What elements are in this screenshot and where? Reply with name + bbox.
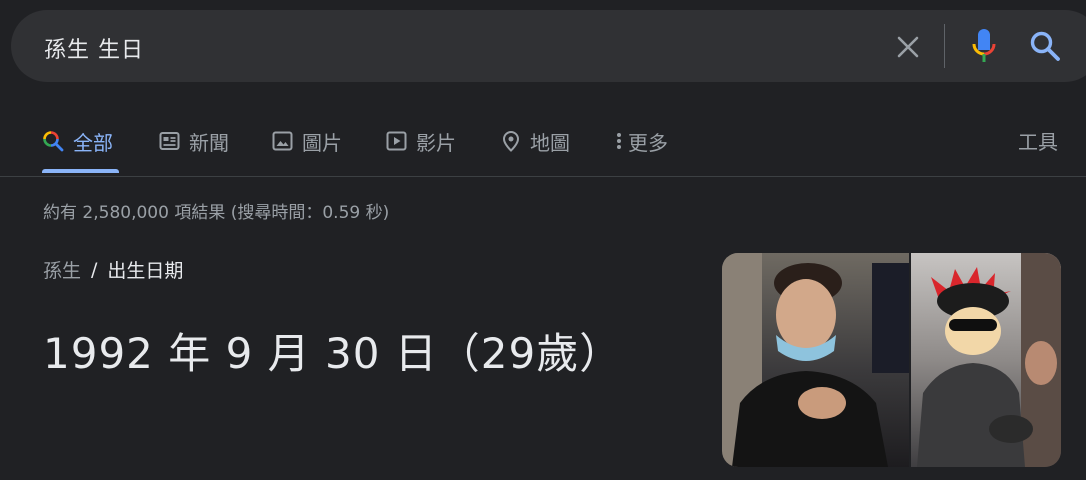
- news-icon: [159, 132, 180, 150]
- tab-label: 全部: [73, 130, 113, 155]
- search-tabs: 全部 新聞 圖片 影片 地圖 更多 工具: [0, 112, 1086, 176]
- search-input[interactable]: 孫生 生日: [44, 32, 144, 64]
- tools-button[interactable]: 工具: [1018, 126, 1058, 155]
- image-thumbnails: [722, 253, 1061, 467]
- more-vert-icon: [617, 133, 621, 149]
- result-stats: 約有 2,580,000 項結果 (搜尋時間：0.59 秒): [43, 203, 390, 223]
- voice-search-button[interactable]: [969, 27, 999, 65]
- microphone-icon: [972, 29, 996, 62]
- map-pin-icon: [502, 130, 520, 152]
- tab-maps[interactable]: 地圖: [501, 126, 570, 156]
- close-icon: [897, 36, 919, 58]
- video-icon: [386, 131, 407, 151]
- tab-news[interactable]: 新聞: [159, 126, 229, 156]
- image-icon: [272, 131, 293, 151]
- search-bar[interactable]: 孫生 生日: [11, 10, 1086, 82]
- person-photo-thumbnail[interactable]: [722, 253, 909, 467]
- clear-search-button[interactable]: [893, 32, 923, 62]
- breadcrumb-entity-link[interactable]: 孫生: [43, 256, 81, 283]
- tabs-divider: [0, 176, 1086, 177]
- person-cartoon-photo: [916, 253, 1061, 467]
- tab-label: 地圖: [530, 130, 570, 155]
- answer-breadcrumb: 孫生 / 出生日期: [43, 256, 183, 283]
- search-multicolor-icon: [43, 131, 64, 152]
- answer-value: 1992 年 9 月 30 日（29歲）: [43, 329, 623, 378]
- tab-label: 新聞: [189, 130, 229, 155]
- search-results-page: 孫生 生日 全部 新聞 圖片 影片 地圖 更多 工具 約有 2,580,000 …: [0, 0, 1086, 480]
- tab-label: 圖片: [302, 130, 342, 155]
- person-cartoon-thumbnail[interactable]: [910, 253, 1061, 467]
- person-photo: [722, 253, 909, 467]
- tab-all[interactable]: 全部: [42, 126, 113, 156]
- breadcrumb-attribute: 出生日期: [107, 260, 184, 282]
- search-icon: [1030, 31, 1060, 61]
- tab-more[interactable]: 更多: [614, 126, 668, 156]
- search-button[interactable]: [1028, 29, 1062, 63]
- breadcrumb-separator: /: [91, 258, 98, 281]
- tab-label: 更多: [628, 130, 668, 155]
- search-bar-divider: [944, 24, 945, 68]
- tab-label: 影片: [416, 130, 456, 155]
- tab-videos[interactable]: 影片: [386, 126, 456, 156]
- active-tab-indicator: [42, 169, 119, 173]
- tab-images[interactable]: 圖片: [272, 126, 342, 156]
